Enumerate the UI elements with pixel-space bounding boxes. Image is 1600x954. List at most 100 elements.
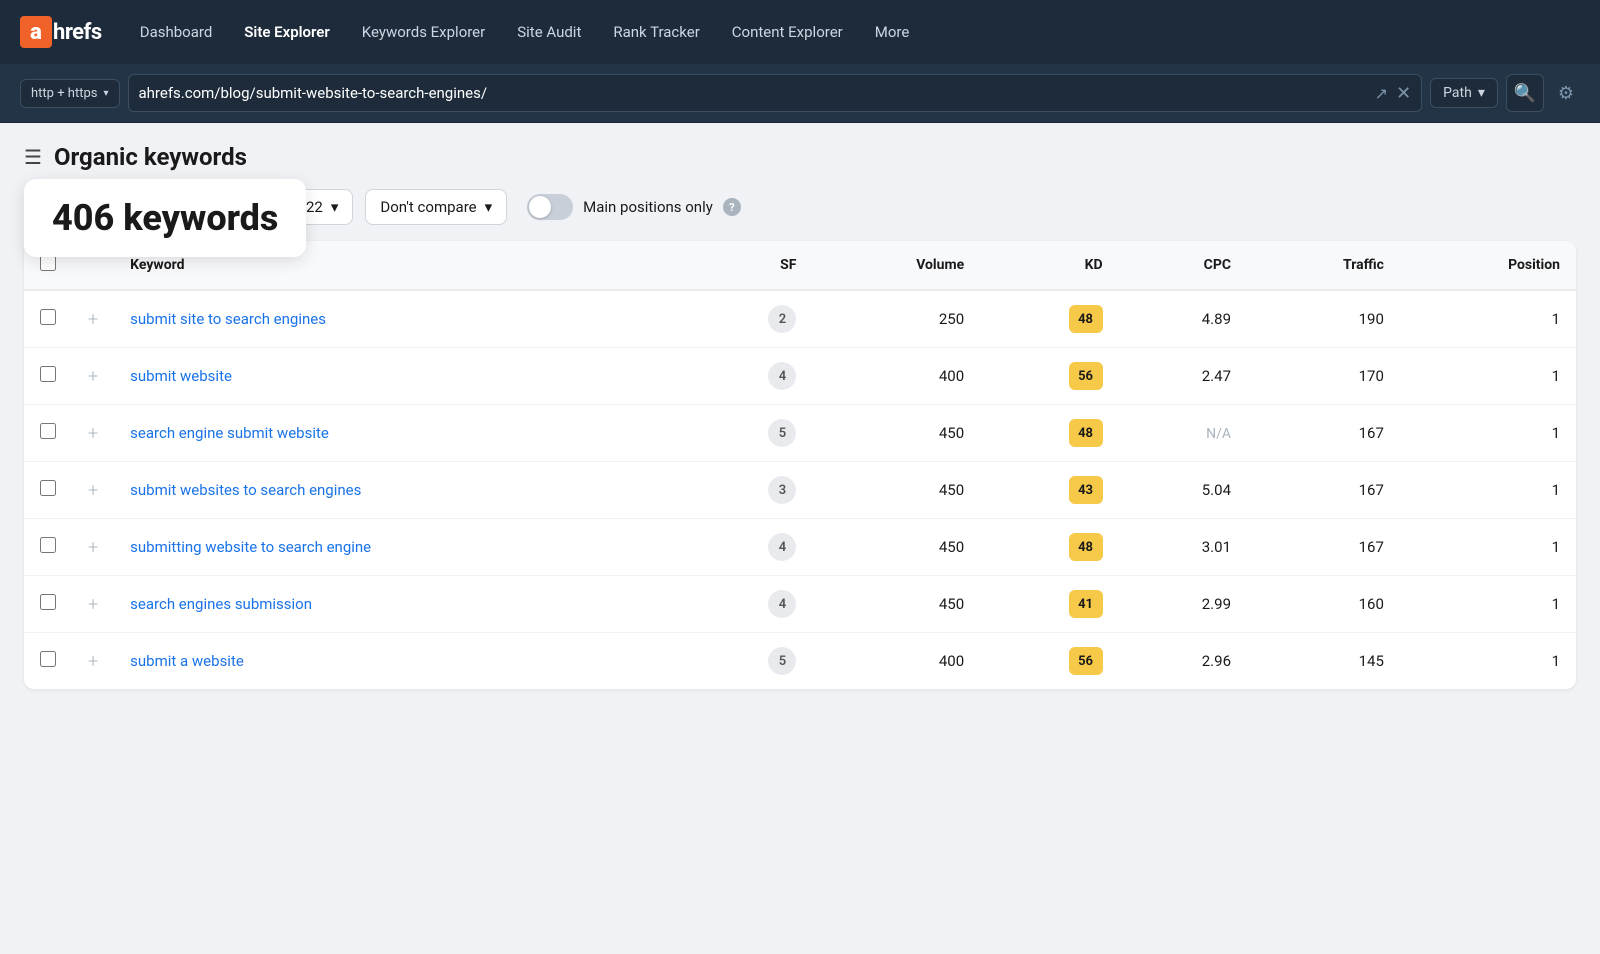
date-chevron-icon: ▾ (331, 198, 339, 216)
sf-badge: 5 (768, 647, 796, 675)
row-add-cell[interactable]: + (72, 348, 114, 405)
row-keyword[interactable]: submit website (114, 348, 686, 405)
row-checkbox[interactable] (40, 594, 56, 610)
protocol-selector[interactable]: http + https ▾ (20, 79, 120, 108)
main-positions-help-icon[interactable]: ? (723, 198, 741, 216)
clear-url-icon[interactable]: ✕ (1396, 83, 1411, 104)
row-add-cell[interactable]: + (72, 633, 114, 690)
kd-badge: 48 (1069, 533, 1103, 561)
row-add-cell[interactable]: + (72, 576, 114, 633)
menu-icon[interactable]: ☰ (24, 145, 42, 169)
row-position: 1 (1400, 519, 1576, 576)
add-keyword-icon[interactable]: + (88, 309, 98, 330)
header-cpc[interactable]: CPC (1119, 241, 1247, 290)
keyword-link[interactable]: submit site to search engines (130, 310, 326, 328)
row-add-cell[interactable]: + (72, 519, 114, 576)
row-add-cell[interactable]: + (72, 462, 114, 519)
row-traffic: 170 (1247, 348, 1400, 405)
nav-content-explorer[interactable]: Content Explorer (718, 15, 857, 49)
keyword-link[interactable]: submit websites to search engines (130, 481, 361, 499)
row-checkbox[interactable] (40, 480, 56, 496)
row-cpc: 2.47 (1119, 348, 1247, 405)
row-volume: 400 (812, 348, 980, 405)
add-keyword-icon[interactable]: + (88, 594, 98, 615)
row-keyword[interactable]: submitting website to search engine (114, 519, 686, 576)
external-link-icon[interactable]: ↗ (1375, 84, 1388, 103)
row-sf: 4 (687, 576, 813, 633)
row-checkbox[interactable] (40, 651, 56, 667)
row-keyword[interactable]: submit websites to search engines (114, 462, 686, 519)
settings-button[interactable]: ⚙ (1552, 77, 1580, 110)
filter-row: 406 keywords Aug 2022 ▾ Don't compare ▾ … (24, 189, 1576, 225)
add-keyword-icon[interactable]: + (88, 366, 98, 387)
row-position: 1 (1400, 405, 1576, 462)
row-keyword[interactable]: submit a website (114, 633, 686, 690)
table-row: + submit a website 5 400 56 2.96 145 1 (24, 633, 1576, 690)
table-row: + search engines submission 4 450 41 2.9… (24, 576, 1576, 633)
keyword-link[interactable]: submitting website to search engine (130, 538, 371, 556)
row-checkbox[interactable] (40, 423, 56, 439)
kd-badge: 48 (1069, 305, 1103, 333)
add-keyword-icon[interactable]: + (88, 480, 98, 501)
page-header: ☰ Organic keywords (24, 143, 1576, 171)
row-checkbox-cell[interactable] (24, 290, 72, 348)
add-keyword-icon[interactable]: + (88, 651, 98, 672)
row-add-cell[interactable]: + (72, 405, 114, 462)
main-positions-toggle[interactable] (527, 194, 573, 220)
row-cpc: N/A (1119, 405, 1247, 462)
header-volume[interactable]: Volume (812, 241, 980, 290)
header-sf[interactable]: SF (687, 241, 813, 290)
row-position: 1 (1400, 290, 1576, 348)
nav-site-explorer[interactable]: Site Explorer (230, 15, 344, 49)
path-selector[interactable]: Path ▾ (1430, 78, 1498, 108)
cpc-value: 5.04 (1202, 481, 1231, 499)
search-button[interactable]: 🔍 (1506, 74, 1544, 112)
row-keyword[interactable]: search engines submission (114, 576, 686, 633)
row-keyword[interactable]: submit site to search engines (114, 290, 686, 348)
row-traffic: 145 (1247, 633, 1400, 690)
row-kd: 56 (980, 348, 1118, 405)
row-add-cell[interactable]: + (72, 290, 114, 348)
row-checkbox-cell[interactable] (24, 576, 72, 633)
path-chevron-icon: ▾ (1478, 85, 1485, 101)
nav-dashboard[interactable]: Dashboard (126, 15, 227, 49)
row-position: 1 (1400, 576, 1576, 633)
cpc-value: 4.89 (1202, 310, 1231, 328)
row-checkbox-cell[interactable] (24, 348, 72, 405)
url-display[interactable]: ahrefs.com/blog/submit-website-to-search… (139, 84, 1367, 102)
row-checkbox-cell[interactable] (24, 519, 72, 576)
row-checkbox[interactable] (40, 309, 56, 325)
row-cpc: 2.99 (1119, 576, 1247, 633)
row-checkbox[interactable] (40, 366, 56, 382)
keyword-link[interactable]: submit website (130, 367, 232, 385)
row-keyword[interactable]: search engine submit website (114, 405, 686, 462)
logo[interactable]: a hrefs (20, 16, 102, 48)
header-kd[interactable]: KD (980, 241, 1118, 290)
row-position: 1 (1400, 348, 1576, 405)
add-keyword-icon[interactable]: + (88, 423, 98, 444)
compare-chevron-icon: ▾ (485, 198, 493, 216)
select-all-checkbox[interactable] (40, 255, 56, 271)
protocol-label: http + https (31, 86, 97, 101)
nav-more[interactable]: More (861, 15, 924, 49)
path-label: Path (1443, 85, 1472, 101)
logo-text: hrefs (53, 20, 102, 45)
keyword-link[interactable]: submit a website (130, 652, 244, 670)
keyword-link[interactable]: search engines submission (130, 595, 312, 613)
nav-site-audit[interactable]: Site Audit (503, 15, 595, 49)
header-position[interactable]: Position (1400, 241, 1576, 290)
header-traffic[interactable]: Traffic (1247, 241, 1400, 290)
row-checkbox[interactable] (40, 537, 56, 553)
row-checkbox-cell[interactable] (24, 405, 72, 462)
compare-selector[interactable]: Don't compare ▾ (365, 189, 507, 225)
kd-badge: 56 (1069, 362, 1103, 390)
row-checkbox-cell[interactable] (24, 462, 72, 519)
keyword-link[interactable]: search engine submit website (130, 424, 329, 442)
row-volume: 450 (812, 405, 980, 462)
row-checkbox-cell[interactable] (24, 633, 72, 690)
sf-badge: 4 (768, 590, 796, 618)
row-sf: 5 (687, 405, 813, 462)
nav-keywords-explorer[interactable]: Keywords Explorer (348, 15, 499, 49)
nav-rank-tracker[interactable]: Rank Tracker (599, 15, 713, 49)
add-keyword-icon[interactable]: + (88, 537, 98, 558)
